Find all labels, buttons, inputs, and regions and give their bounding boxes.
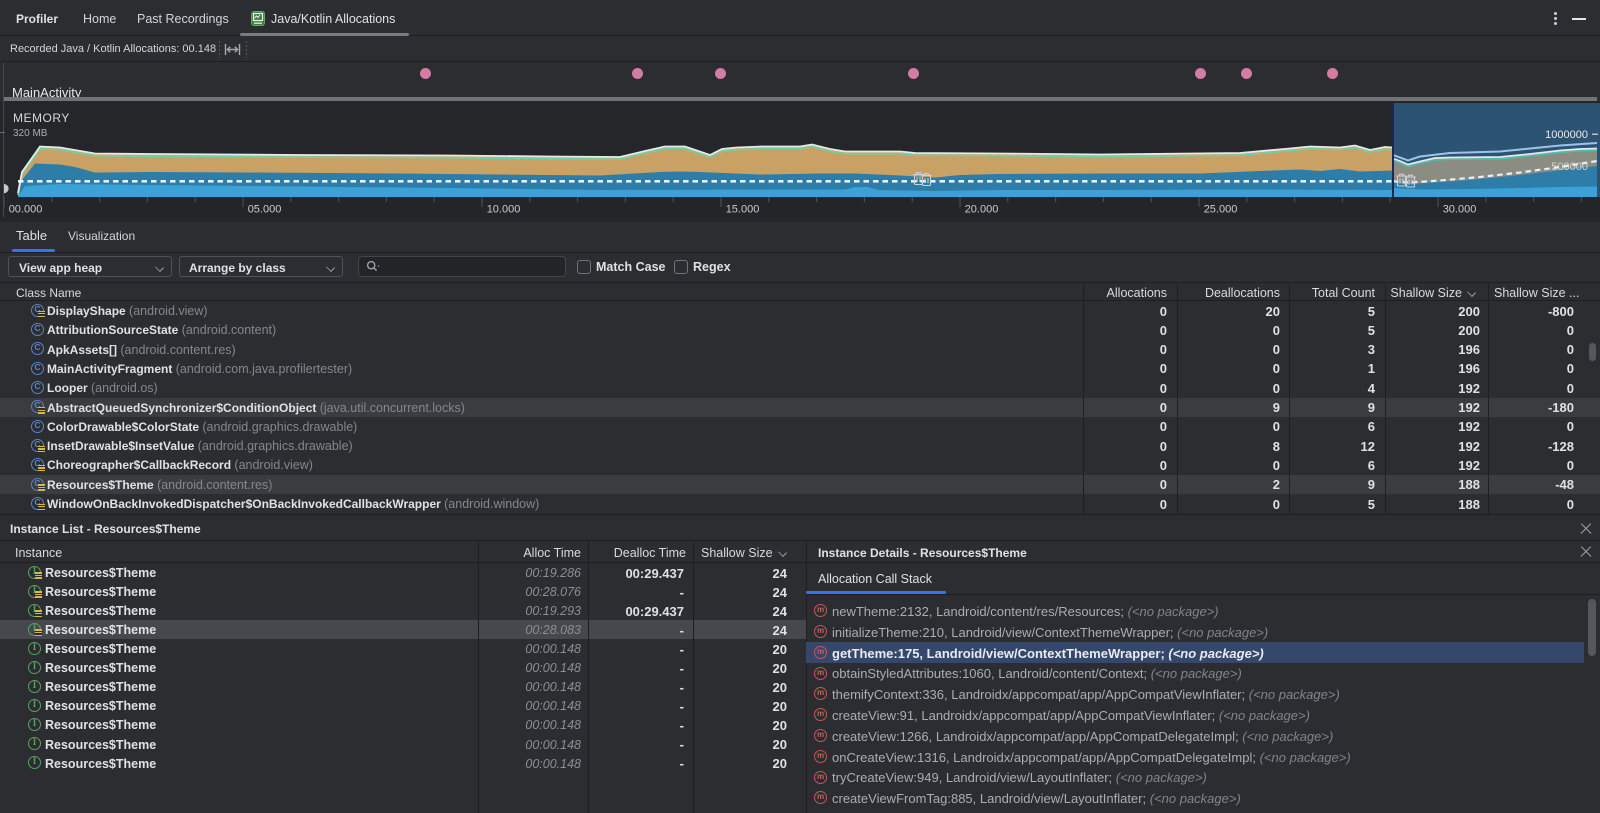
svg-text:30.000: 30.000 bbox=[1443, 204, 1477, 216]
svg-text:1000000: 1000000 bbox=[1545, 129, 1588, 141]
svg-text:05.000: 05.000 bbox=[248, 204, 282, 216]
svg-text:20.000: 20.000 bbox=[965, 204, 999, 216]
svg-text:25.000: 25.000 bbox=[1204, 204, 1238, 216]
svg-text:500000: 500000 bbox=[1551, 161, 1588, 173]
svg-text:00.000: 00.000 bbox=[9, 204, 43, 216]
svg-text:10.000: 10.000 bbox=[487, 204, 521, 216]
svg-text:15.000: 15.000 bbox=[726, 204, 760, 216]
